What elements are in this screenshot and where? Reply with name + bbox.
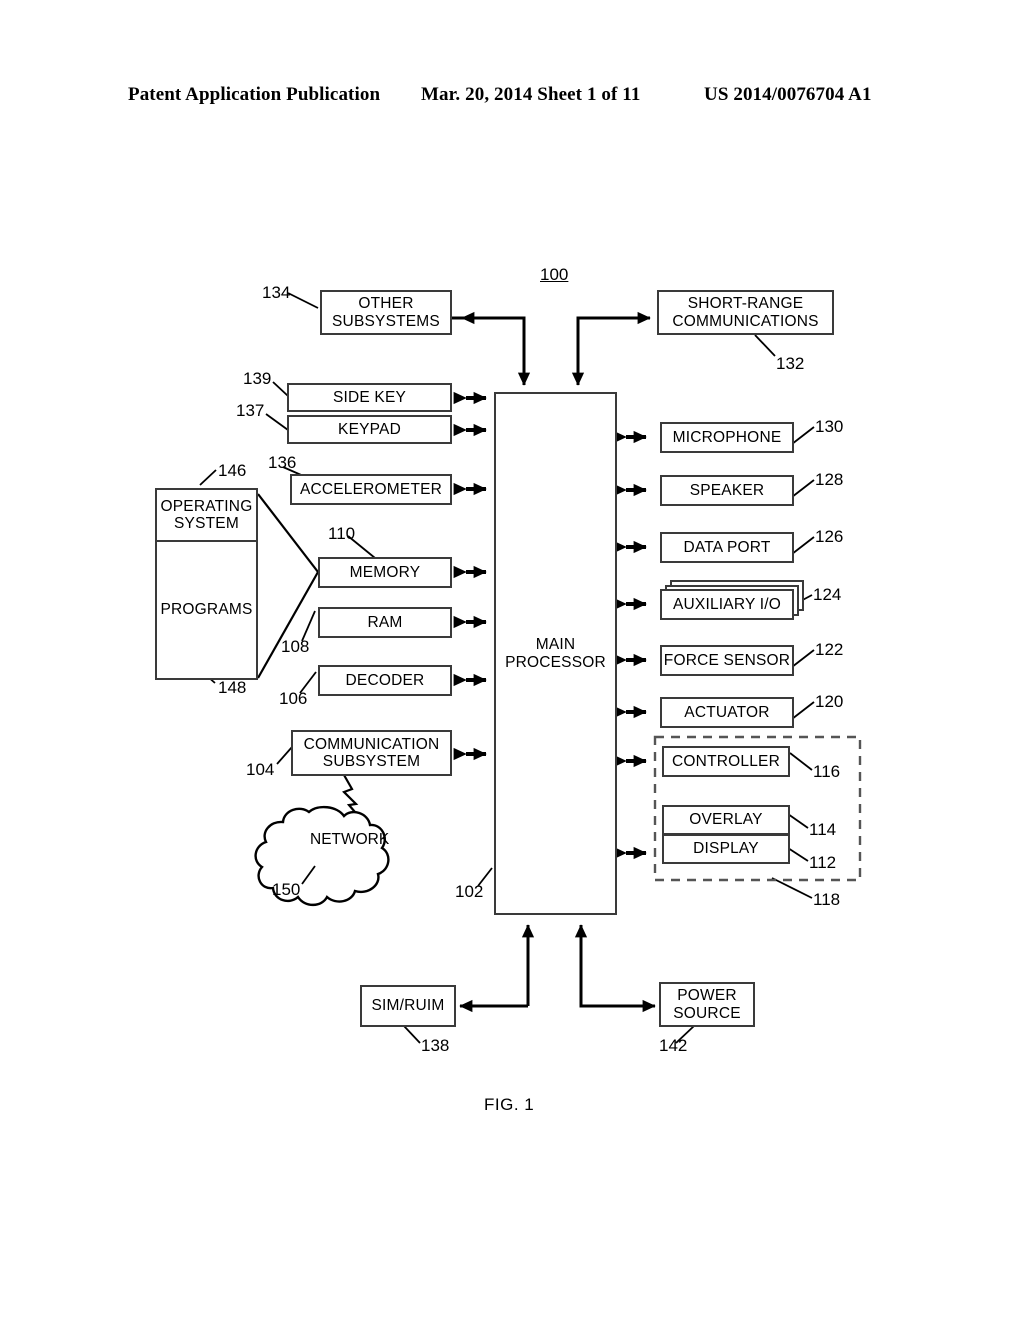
ref-118: 118	[813, 890, 841, 909]
side-key-label: SIDE KEY	[332, 388, 407, 406]
ref-112: 112	[809, 853, 837, 872]
block-keypad[interactable]: KEYPAD	[287, 415, 452, 444]
auxiliary-io-label: AUXILIARY I/O	[673, 595, 781, 613]
block-ram[interactable]: RAM	[318, 607, 452, 638]
communication-subsystem-label-line2: SUBSYSTEM	[322, 753, 421, 770]
main-processor-label-line1: MAIN	[535, 636, 576, 654]
sim-ruim-label: SIM/RUIM	[371, 997, 445, 1015]
short-range-label-line2: COMMUNICATIONS	[672, 312, 819, 330]
ref-108: 108	[281, 637, 310, 656]
ref-110: 110	[328, 524, 356, 543]
operating-system-label-line1: OPERATING	[160, 497, 253, 515]
block-controller[interactable]: CONTROLLER	[662, 746, 790, 777]
power-source-label-line1: POWER	[677, 987, 737, 1005]
block-other-subsystems[interactable]: OTHER SUBSYSTEMS	[320, 290, 452, 335]
block-actuator[interactable]: ACTUATOR	[660, 697, 794, 728]
system-reference-100: 100	[540, 265, 569, 284]
ref-120: 120	[815, 692, 844, 711]
block-side-key[interactable]: SIDE KEY	[287, 383, 452, 412]
block-main-processor[interactable]: MAIN PROCESSOR	[494, 392, 617, 915]
block-power-source[interactable]: POWER SOURCE	[659, 982, 755, 1027]
block-force-sensor[interactable]: FORCE SENSOR	[660, 645, 794, 676]
ref-148: 148	[218, 678, 247, 697]
ram-label: RAM	[367, 613, 403, 631]
ref-146: 146	[218, 461, 247, 480]
ref-116: 116	[813, 762, 841, 781]
ref-137: 137	[236, 401, 265, 420]
ref-136: 136	[268, 453, 297, 472]
memory-label: MEMORY	[349, 563, 421, 581]
block-decoder[interactable]: DECODER	[318, 665, 452, 696]
block-overlay[interactable]: OVERLAY	[662, 805, 790, 835]
figure-caption: FIG. 1	[484, 1095, 535, 1114]
programs-label: PROGRAMS	[160, 601, 253, 619]
decoder-label: DECODER	[345, 671, 425, 689]
ref-130: 130	[815, 417, 844, 436]
block-microphone[interactable]: MICROPHONE	[660, 422, 794, 453]
accelerometer-label: ACCELEROMETER	[299, 480, 443, 498]
main-processor-label-line2: PROCESSOR	[505, 653, 606, 671]
ref-104: 104	[246, 760, 275, 779]
ref-126: 126	[815, 527, 844, 546]
block-data-port[interactable]: DATA PORT	[660, 532, 794, 563]
ref-128: 128	[815, 470, 844, 489]
power-source-label-line2: SOURCE	[673, 1004, 741, 1022]
overlay-label: OVERLAY	[689, 811, 763, 829]
short-range-label-line1: SHORT-RANGE	[687, 295, 804, 313]
ref-102: 102	[455, 882, 484, 901]
keypad-label: KEYPAD	[338, 420, 401, 438]
other-subsystems-label-line1: OTHER	[358, 295, 414, 313]
ref-138: 138	[421, 1036, 450, 1055]
force-sensor-label: FORCE SENSOR	[663, 651, 791, 669]
network-cloud-label: NETWORK	[310, 831, 390, 848]
ref-114: 114	[809, 820, 837, 839]
display-label: DISPLAY	[693, 840, 759, 858]
ref-122: 122	[815, 640, 844, 659]
block-short-range-communications[interactable]: SHORT-RANGE COMMUNICATIONS	[657, 290, 834, 335]
ref-132: 132	[776, 354, 805, 373]
block-communication-subsystem[interactable]: COMMUNICATION SUBSYSTEM	[291, 730, 452, 776]
block-speaker[interactable]: SPEAKER	[660, 475, 794, 506]
patent-figure-1: OTHER SUBSYSTEMS 134 SHORT-RANGE COMMUNI…	[0, 0, 1024, 1320]
microphone-label: MICROPHONE	[672, 428, 782, 446]
block-operating-system[interactable]: OPERATING SYSTEM	[155, 488, 258, 542]
block-auxiliary-io[interactable]: AUXILIARY I/O	[660, 589, 794, 620]
ref-150: 150	[272, 880, 301, 899]
communication-subsystem-label-line1: COMMUNICATION	[303, 735, 440, 753]
block-accelerometer[interactable]: ACCELEROMETER	[290, 474, 452, 505]
ref-142: 142	[659, 1036, 688, 1055]
data-port-label: DATA PORT	[683, 538, 771, 556]
speaker-label: SPEAKER	[689, 481, 765, 499]
block-memory[interactable]: MEMORY	[318, 557, 452, 588]
ref-134: 134	[262, 283, 291, 302]
ref-106: 106	[279, 689, 308, 708]
controller-label: CONTROLLER	[672, 752, 780, 770]
ref-124: 124	[813, 585, 842, 604]
block-programs[interactable]: PROGRAMS	[155, 540, 258, 680]
block-sim-ruim[interactable]: SIM/RUIM	[360, 985, 456, 1027]
block-display[interactable]: DISPLAY	[662, 834, 790, 864]
ref-139: 139	[243, 369, 272, 388]
operating-system-label-line2: SYSTEM	[174, 515, 239, 532]
actuator-label: ACTUATOR	[684, 703, 770, 721]
other-subsystems-label-line2: SUBSYSTEMS	[332, 312, 440, 330]
